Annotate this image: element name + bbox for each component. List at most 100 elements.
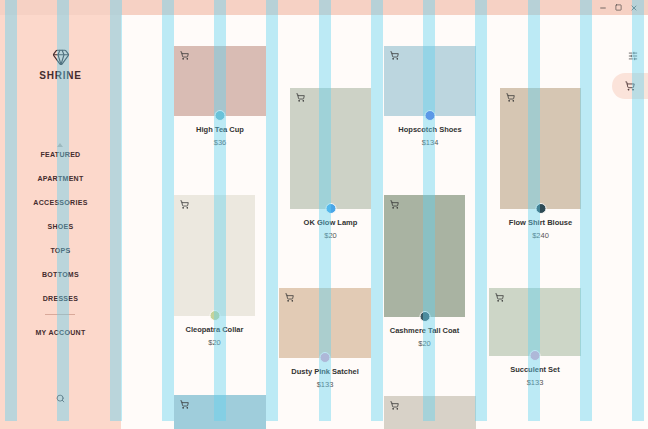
photo-card[interactable] (174, 395, 266, 429)
add-to-cart[interactable] (390, 51, 399, 60)
product-photo[interactable] (384, 396, 476, 429)
minimize-icon[interactable] (599, 4, 607, 12)
main: High Tea Cup$36Cleopatra Collar$20OK Glo… (121, 15, 648, 429)
grid-stripe (57, 0, 69, 421)
product-column: Hopscotch Shoes $134 Cashmere Tall Coat $20 (384, 15, 476, 429)
product-photo[interactable] (500, 88, 581, 209)
product-price: $20 (174, 337, 255, 348)
cart-icon (285, 293, 294, 302)
grid-stripe (632, 0, 644, 421)
product-photo[interactable] (174, 46, 266, 116)
search-button[interactable] (56, 394, 65, 403)
product-name: Hopscotch Shoes (384, 124, 476, 135)
brand-name: SHRINE (39, 70, 82, 81)
product-photo[interactable] (290, 88, 371, 209)
product-name: High Tea Cup (174, 124, 266, 135)
product-name: Flow Shirt Blouse (500, 217, 581, 228)
grid-stripe (266, 0, 278, 421)
vendor-avatar (425, 110, 436, 121)
product-name: Cleopatra Collar (174, 324, 255, 335)
cart-icon (390, 51, 399, 60)
selected-indicator (57, 143, 63, 147)
add-to-cart[interactable] (180, 51, 189, 60)
add-to-cart[interactable] (390, 401, 399, 410)
product-card[interactable]: Cashmere Tall Coat $20 (384, 195, 465, 349)
product-card[interactable]: Hopscotch Shoes $134 (384, 46, 476, 148)
nav-item[interactable]: FEATURED (40, 142, 80, 166)
right-rail (612, 15, 648, 429)
add-to-cart[interactable] (285, 293, 294, 302)
cart-icon (390, 200, 399, 209)
grid-stripe (580, 0, 592, 421)
product-card[interactable]: Cleopatra Collar $20 (174, 195, 255, 348)
grid-stripe (5, 0, 17, 421)
cart-icon (180, 51, 189, 60)
close-icon[interactable] (630, 4, 638, 12)
product-photo[interactable] (489, 288, 581, 356)
add-to-cart[interactable] (180, 400, 189, 409)
product-name: Dusty Pink Satchel (279, 366, 371, 377)
sidebar: SHRINE FEATUREDAPARTMENTACCESSORIESSHOEST… (0, 15, 121, 429)
grid-stripe (162, 0, 174, 421)
nav-item[interactable]: DRESSES (43, 286, 79, 310)
add-to-cart[interactable] (495, 293, 504, 302)
nav-item[interactable]: APARTMENT (37, 166, 83, 190)
cart-icon (625, 81, 635, 91)
product-price: $133 (279, 379, 371, 390)
product-card[interactable]: Succulent Set$133 (489, 288, 581, 388)
vendor-avatar (320, 352, 331, 363)
add-to-cart[interactable] (180, 200, 189, 209)
add-to-cart[interactable] (296, 93, 305, 102)
photo-card[interactable] (384, 396, 476, 429)
vendor-avatar (215, 110, 226, 121)
product-photo[interactable] (384, 195, 465, 317)
product-column: OK Glow Lamp $20 Dusty Pink Satchel $133 (279, 15, 371, 429)
shrine-window: SHRINE FEATUREDAPARTMENTACCESSORIESSHOEST… (0, 0, 648, 429)
product-grid: High Tea Cup$36Cleopatra Collar$20OK Glo… (121, 15, 612, 429)
add-to-cart[interactable] (506, 93, 515, 102)
product-name: Cashmere Tall Coat (384, 325, 465, 336)
maximize-icon[interactable] (615, 4, 622, 11)
product-price: $134 (384, 137, 476, 148)
product-card[interactable]: OK Glow Lamp $20 (290, 88, 371, 241)
cart-icon (180, 400, 189, 409)
nav-item[interactable]: BOTTOMS (42, 262, 79, 286)
vendor-avatar (209, 310, 220, 321)
grid-stripe (371, 0, 383, 421)
title-bar (0, 0, 648, 15)
nav-item[interactable]: ACCESSORIES (33, 190, 87, 214)
brand[interactable]: SHRINE (39, 48, 82, 81)
product-name: OK Glow Lamp (290, 217, 371, 228)
product-card[interactable]: Flow Shirt Blouse $240 (500, 88, 581, 241)
grid-stripe (475, 0, 487, 421)
cart-button[interactable] (612, 73, 648, 99)
product-photo[interactable] (174, 195, 255, 316)
product-price: $20 (384, 338, 465, 349)
filter-button[interactable] (612, 51, 648, 61)
vendor-avatar (535, 203, 546, 214)
vendor-avatar (419, 311, 430, 322)
product-card[interactable]: Dusty Pink Satchel $133 (279, 288, 371, 390)
product-photo[interactable] (384, 46, 476, 116)
diamond-logo-icon (52, 48, 70, 66)
nav-list: FEATUREDAPARTMENTACCESSORIESSHOESTOPSBOT… (33, 142, 87, 344)
product-price: $20 (290, 230, 371, 241)
product-photo[interactable] (279, 288, 371, 358)
product-price: $240 (500, 230, 581, 241)
product-price: $133 (489, 377, 581, 388)
nav-item[interactable]: SHOES (47, 214, 73, 238)
cart-icon (390, 401, 399, 410)
cart-icon (495, 293, 504, 302)
product-photo[interactable] (174, 395, 266, 429)
vendor-avatar (530, 350, 541, 361)
content: SHRINE FEATUREDAPARTMENTACCESSORIESSHOEST… (0, 15, 648, 429)
product-card[interactable]: High Tea Cup$36 (174, 46, 266, 148)
nav-item[interactable]: TOPS (50, 238, 70, 262)
product-column: High Tea Cup$36 Cleopatra Collar $20 (174, 15, 266, 429)
grid-stripe (423, 0, 435, 421)
layout-grid-overlay (0, 0, 648, 421)
account-item[interactable]: MY ACCOUNT (35, 320, 85, 344)
grid-stripe (528, 0, 540, 421)
add-to-cart[interactable] (390, 200, 399, 209)
grid-stripe (214, 0, 226, 421)
